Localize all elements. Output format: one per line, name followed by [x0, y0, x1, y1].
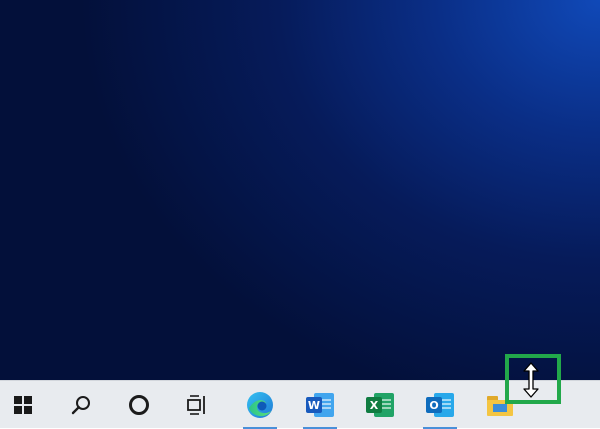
vertical-resize-cursor-icon [523, 362, 539, 398]
cortana-button[interactable] [116, 381, 162, 429]
search-icon [71, 396, 90, 415]
word-icon: W [306, 392, 334, 418]
taskbar-app-outlook[interactable]: O [417, 381, 463, 429]
task-view-button[interactable] [174, 381, 220, 429]
search-button[interactable] [58, 381, 104, 429]
start-button[interactable] [0, 381, 46, 429]
excel-icon: X [366, 392, 394, 418]
taskbar-app-edge[interactable] [237, 381, 283, 429]
desktop[interactable] [0, 0, 600, 380]
taskbar-app-excel[interactable]: X [357, 381, 403, 429]
edge-icon [247, 392, 273, 418]
windows-logo-icon [14, 396, 32, 414]
task-view-icon [187, 395, 205, 415]
taskbar-app-word[interactable]: W [297, 381, 343, 429]
cortana-ring-icon [129, 395, 149, 415]
outlook-icon: O [426, 392, 454, 418]
